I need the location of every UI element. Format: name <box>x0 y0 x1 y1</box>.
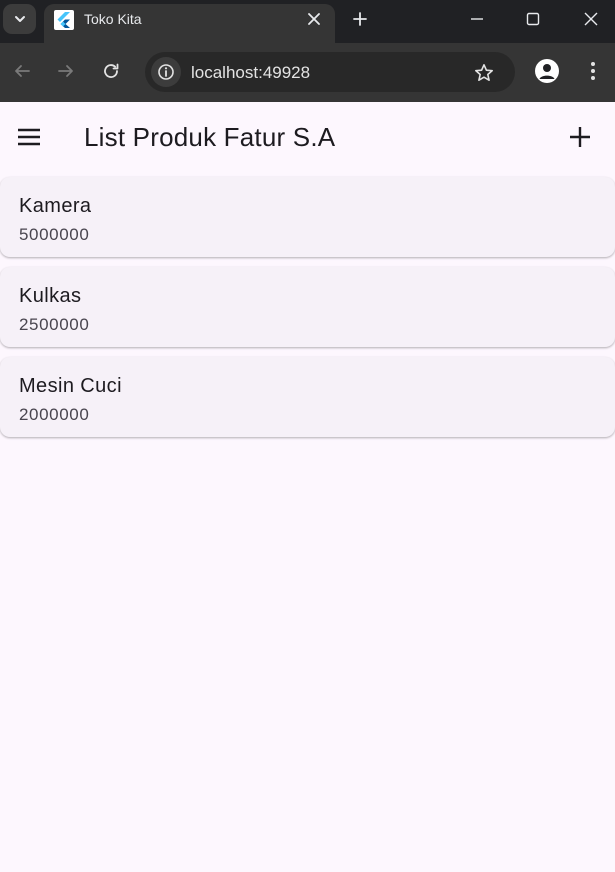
product-card[interactable]: Kamera 5000000 <box>0 177 615 257</box>
reload-button[interactable] <box>97 57 125 85</box>
window-close-button[interactable] <box>576 5 606 33</box>
new-tab-button[interactable] <box>347 6 373 32</box>
star-icon <box>475 64 493 81</box>
tab-title: Toko Kita <box>84 11 142 27</box>
flutter-icon <box>54 10 74 30</box>
plus-icon <box>353 12 367 26</box>
url-text: localhost:49928 <box>191 63 311 82</box>
minimize-icon <box>471 18 483 20</box>
product-card[interactable]: Kulkas 2500000 <box>0 267 615 347</box>
site-info-button[interactable] <box>151 57 181 87</box>
minimize-button[interactable] <box>462 5 492 33</box>
product-name: Kamera <box>19 195 92 217</box>
arrow-left-icon <box>15 65 30 77</box>
app-bar: List Produk Fatur S.A <box>0 102 615 172</box>
browser-toolbar: localhost:49928 <box>0 43 615 102</box>
browser-tabstrip: Toko Kita <box>0 0 615 43</box>
drawer-menu-button[interactable] <box>12 122 46 152</box>
maximize-icon <box>526 12 540 26</box>
kebab-icon <box>591 62 595 80</box>
chevron-down-icon <box>14 16 25 22</box>
profile-button[interactable] <box>535 59 559 83</box>
forward-button[interactable] <box>52 57 80 85</box>
info-icon <box>158 64 174 80</box>
tab-close-button[interactable] <box>304 9 324 29</box>
add-product-button[interactable] <box>565 122 595 152</box>
arrow-right-icon <box>58 65 73 77</box>
browser-menu-button[interactable] <box>584 58 602 84</box>
product-price: 2500000 <box>19 315 90 334</box>
product-price: 2000000 <box>19 405 90 424</box>
browser-tab[interactable]: Toko Kita <box>44 4 335 43</box>
product-name: Mesin Cuci <box>19 375 122 397</box>
person-icon <box>539 64 555 79</box>
close-icon <box>308 13 320 25</box>
reload-icon <box>104 63 119 78</box>
hamburger-menu-icon <box>18 128 40 146</box>
product-card[interactable]: Mesin Cuci 2000000 <box>0 357 615 437</box>
maximize-button[interactable] <box>518 5 548 33</box>
plus-icon <box>570 127 590 147</box>
tab-search-button[interactable] <box>3 4 36 34</box>
address-bar[interactable]: localhost:49928 <box>145 52 515 92</box>
page-title: List Produk Fatur S.A <box>84 122 336 152</box>
back-button[interactable] <box>8 57 36 85</box>
product-price: 5000000 <box>19 225 90 244</box>
bookmark-button[interactable] <box>472 61 496 85</box>
close-icon <box>584 12 598 26</box>
product-name: Kulkas <box>19 285 82 307</box>
